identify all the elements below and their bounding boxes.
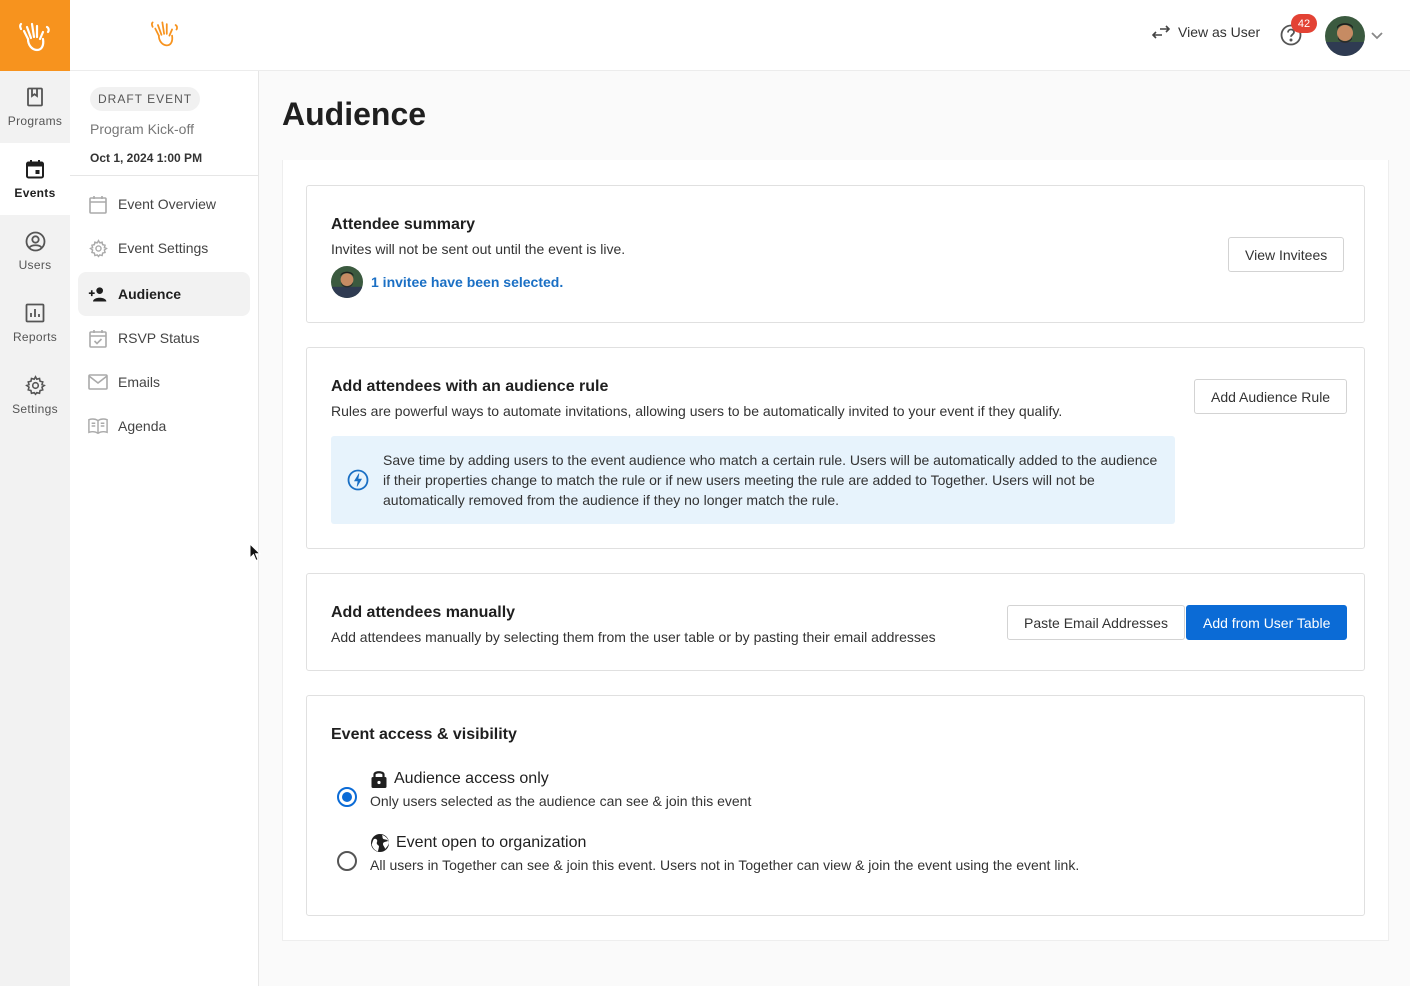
calendar-icon <box>24 158 46 180</box>
mouse-cursor-icon <box>249 543 261 562</box>
add-from-user-table-button[interactable]: Add from User Table <box>1186 605 1348 640</box>
view-as-user-button[interactable]: View as User <box>1152 24 1260 40</box>
event-date: Oct 1, 2024 1:00 PM <box>90 151 203 165</box>
paste-email-addresses-button[interactable]: Paste Email Addresses <box>1007 605 1185 640</box>
radio-audience-only[interactable] <box>337 787 357 807</box>
audience-rule-subtitle: Rules are powerful ways to automate invi… <box>331 403 1063 419</box>
avatar[interactable] <box>1325 16 1365 56</box>
account-menu-chevron[interactable] <box>1370 28 1384 46</box>
top-bar: View as User 42 <box>70 0 1410 71</box>
audience-rule-card: Add attendees with an audience rule Rule… <box>306 347 1365 549</box>
app-logo[interactable] <box>0 0 70 71</box>
view-invitees-button[interactable]: View Invitees <box>1228 237 1345 272</box>
notification-badge: 42 <box>1291 14 1317 33</box>
gear-icon <box>24 374 46 396</box>
left-rail: Programs Events Users Reports Settings <box>0 0 70 986</box>
sidebar-item-rsvp-status[interactable]: RSVP Status <box>78 316 250 360</box>
access-option-title: Event open to organization <box>396 834 587 851</box>
user-circle-icon <box>24 230 46 252</box>
calendar-icon <box>88 194 108 214</box>
manual-attendees-title: Add attendees manually <box>331 604 516 621</box>
bar-chart-icon <box>24 302 46 324</box>
chevron-down-icon <box>1371 32 1383 40</box>
bookmark-icon <box>24 86 46 108</box>
rail-item-label: Events <box>14 186 56 200</box>
sidebar-item-label: Event Overview <box>118 196 217 212</box>
sidebar-item-event-overview[interactable]: Event Overview <box>78 182 250 226</box>
manual-attendees-card: Add attendees manually Add attendees man… <box>306 573 1365 671</box>
divider <box>70 175 259 176</box>
access-option-open-org[interactable]: Event open to organization All users in … <box>337 833 1079 873</box>
hand-wave-icon <box>19 22 50 51</box>
sidebar-item-label: Agenda <box>118 418 167 434</box>
rail-item-settings[interactable]: Settings <box>0 359 70 431</box>
sidebar-item-label: RSVP Status <box>118 330 200 346</box>
sidebar-item-label: Event Settings <box>118 240 209 256</box>
rail-item-programs[interactable]: Programs <box>0 71 70 143</box>
info-callout-text: Save time by adding users to the event a… <box>383 452 1158 508</box>
sidebar-item-audience[interactable]: Audience <box>78 272 250 316</box>
lightning-icon <box>347 469 369 491</box>
access-option-desc: All users in Together can see & join thi… <box>370 857 1080 873</box>
access-option-title: Audience access only <box>394 770 549 787</box>
sidebar-item-emails[interactable]: Emails <box>78 360 250 404</box>
manual-attendees-subtitle: Add attendees manually by selecting them… <box>331 629 936 645</box>
event-sidebar: DRAFT EVENT Program Kick-off Oct 1, 2024… <box>70 71 259 986</box>
person-add-icon <box>88 284 108 304</box>
rail-item-label: Reports <box>12 330 58 344</box>
globe-icon <box>371 834 389 852</box>
view-as-user-label: View as User <box>1178 24 1261 40</box>
invitee-count-link[interactable]: 1 invitee have been selected. <box>371 274 563 290</box>
attendee-summary-title: Attendee summary <box>331 216 476 233</box>
access-option-desc: Only users selected as the audience can … <box>370 793 752 809</box>
event-name: Program Kick-off <box>90 121 194 137</box>
rail-item-users[interactable]: Users <box>0 215 70 287</box>
radio-open-org[interactable] <box>337 851 357 871</box>
avatar <box>331 266 363 298</box>
rail-item-events[interactable]: Events <box>0 143 70 215</box>
hand-wave-icon <box>151 21 178 47</box>
sidebar-item-label: Audience <box>118 286 182 302</box>
attendee-summary-card: Attendee summary Invites will not be sen… <box>306 185 1365 323</box>
sidebar-item-agenda[interactable]: Agenda <box>78 404 250 448</box>
lock-icon <box>371 771 387 788</box>
audience-rule-title: Add attendees with an audience rule <box>331 378 609 395</box>
rail-item-label: Programs <box>7 114 63 128</box>
gear-icon <box>88 238 108 258</box>
calendar-check-icon <box>88 328 108 348</box>
page-title: Audience <box>282 96 427 132</box>
sidebar-item-label: Emails <box>118 374 161 390</box>
access-visibility-card: Event access & visibility Audience acces… <box>306 695 1365 916</box>
rail-item-reports[interactable]: Reports <box>0 287 70 359</box>
book-icon <box>88 416 108 436</box>
status-badge: DRAFT EVENT <box>90 87 201 111</box>
sidebar-item-event-settings[interactable]: Event Settings <box>78 226 250 270</box>
access-option-audience-only[interactable]: Audience access only Only users selected… <box>337 769 751 809</box>
invitee-summary: 1 invitee have been selected. <box>331 266 563 298</box>
add-audience-rule-button[interactable]: Add Audience Rule <box>1194 379 1348 414</box>
mail-icon <box>88 372 108 392</box>
brand-logo[interactable] <box>150 17 180 54</box>
info-callout: Save time by adding users to the event a… <box>331 436 1175 524</box>
rail-item-label: Users <box>18 258 52 272</box>
access-visibility-title: Event access & visibility <box>331 726 517 743</box>
swap-arrows-icon <box>1152 25 1170 39</box>
rail-item-label: Settings <box>12 402 58 416</box>
attendee-summary-subtitle: Invites will not be sent out until the e… <box>331 241 626 257</box>
